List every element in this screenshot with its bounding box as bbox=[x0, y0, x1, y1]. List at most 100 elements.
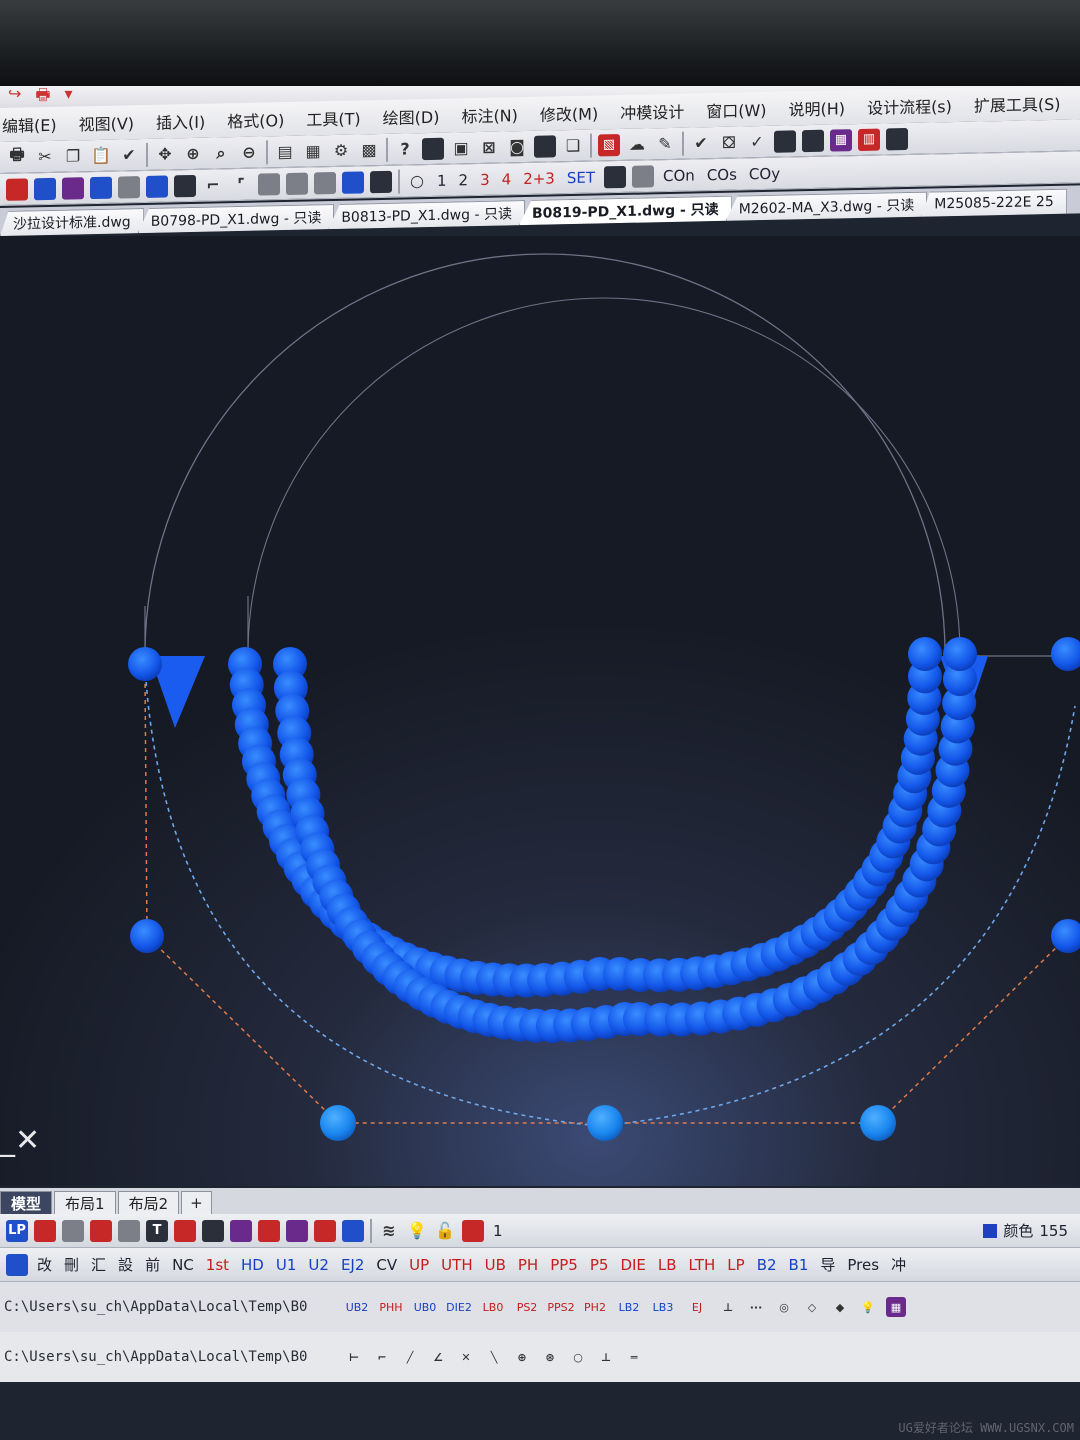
hd-button[interactable]: HD bbox=[238, 1254, 267, 1276]
snap-endpoint-icon[interactable]: ⊢ bbox=[344, 1347, 364, 1367]
snap-quadrant-icon[interactable]: ⊛ bbox=[540, 1347, 560, 1367]
layer-4-button[interactable]: 4 bbox=[499, 168, 515, 190]
sec-tool-icon[interactable] bbox=[202, 1219, 224, 1242]
calculator-icon[interactable]: ▩ bbox=[358, 139, 380, 161]
die-tool-icon[interactable] bbox=[6, 1253, 28, 1276]
set-button[interactable]: SET bbox=[564, 166, 598, 189]
zoom-previous-icon[interactable]: ⊖ bbox=[238, 141, 260, 163]
snap-node-icon[interactable]: ⊥ bbox=[596, 1347, 616, 1367]
gear-icon[interactable]: ⚙ bbox=[330, 139, 352, 161]
block-icon[interactable] bbox=[422, 137, 444, 160]
layer-manager-icon[interactable] bbox=[774, 129, 796, 153]
ellipse-tool-icon[interactable] bbox=[146, 174, 168, 198]
copy-icon[interactable]: ❐ bbox=[62, 145, 84, 167]
layer-tool-icon[interactable] bbox=[34, 1219, 56, 1242]
menu-window[interactable]: 窗口(W) bbox=[695, 97, 777, 123]
menu-design-flow[interactable]: 设计流程(s) bbox=[856, 93, 963, 119]
color-on-button[interactable]: COn bbox=[660, 164, 698, 187]
match-properties-icon[interactable]: ✔ bbox=[118, 144, 140, 166]
menu-format[interactable]: 格式(O) bbox=[216, 107, 295, 133]
die2-button[interactable]: DIE2 bbox=[446, 1297, 472, 1317]
offset-icon[interactable] bbox=[258, 172, 280, 196]
u2-button[interactable]: U2 bbox=[305, 1254, 332, 1276]
file-tab[interactable]: B0813-PD_X1.dwg - 只读 bbox=[328, 200, 525, 229]
file-tab[interactable]: M25085-222E 25 bbox=[921, 189, 1067, 217]
pps2-button[interactable]: PPS2 bbox=[547, 1297, 574, 1317]
front-button[interactable]: 前 bbox=[142, 1254, 163, 1276]
lb2-button[interactable]: LB2 bbox=[616, 1297, 642, 1317]
fillet-icon[interactable]: ⌐ bbox=[202, 174, 224, 196]
extend-icon[interactable] bbox=[314, 171, 336, 194]
ub0-button[interactable]: UB0 bbox=[412, 1297, 438, 1317]
spring-tool-icon[interactable] bbox=[174, 1219, 196, 1242]
point-style-icon[interactable]: ○ bbox=[406, 170, 428, 192]
pres-button[interactable]: Pres bbox=[844, 1254, 882, 1276]
menu-tools[interactable]: 工具(T) bbox=[295, 105, 371, 131]
ph-button[interactable]: PH bbox=[515, 1254, 541, 1276]
text-tool-icon[interactable]: T bbox=[146, 1219, 168, 1242]
setting-button[interactable]: 設 bbox=[115, 1254, 136, 1276]
tab-model[interactable]: 模型 bbox=[0, 1191, 53, 1214]
menu-extension-tools[interactable]: 扩展工具(S) bbox=[963, 91, 1072, 117]
corner-tool-icon[interactable] bbox=[258, 1219, 280, 1242]
phh-button[interactable]: PHH bbox=[378, 1297, 404, 1317]
cut-icon[interactable]: ✂ bbox=[34, 145, 56, 167]
color-control[interactable]: 颜色 155 bbox=[983, 1220, 1080, 1241]
bulb-icon[interactable]: 💡 bbox=[858, 1297, 878, 1317]
file-tab[interactable]: B0798-PD_X1.dwg - 只读 bbox=[138, 204, 335, 233]
lb0-button[interactable]: LB0 bbox=[480, 1297, 506, 1317]
lp-button[interactable]: LP bbox=[724, 1254, 747, 1276]
layer-off-icon[interactable] bbox=[604, 165, 627, 188]
image-tool-icon[interactable] bbox=[342, 1219, 364, 1242]
select-window-icon[interactable]: ▣ bbox=[450, 137, 472, 159]
line-tool-icon[interactable] bbox=[6, 177, 28, 201]
snap-circle-icon[interactable]: ○ bbox=[568, 1347, 588, 1367]
layer-3-button[interactable]: 3 bbox=[477, 168, 493, 190]
zoom-realtime-icon[interactable]: ⊕ bbox=[182, 142, 204, 164]
layer-color-icon[interactable] bbox=[462, 1219, 484, 1242]
layer-check-icon[interactable]: ✓ bbox=[746, 130, 768, 152]
ej-button[interactable]: EJ bbox=[684, 1297, 710, 1317]
b2-button[interactable]: B2 bbox=[754, 1254, 780, 1276]
first-button[interactable]: 1st bbox=[203, 1254, 232, 1276]
uth-button[interactable]: UTH bbox=[438, 1254, 475, 1276]
eraser-icon[interactable]: ◇ bbox=[802, 1297, 822, 1317]
spline-tool-icon[interactable] bbox=[174, 174, 196, 197]
polyline-tool-icon[interactable] bbox=[34, 177, 56, 200]
current-layer-name[interactable]: 1 bbox=[490, 1220, 506, 1242]
pan-icon[interactable]: ✥ bbox=[154, 143, 176, 165]
punch-button[interactable]: 冲 bbox=[888, 1254, 909, 1276]
menu-view[interactable]: 视图(V) bbox=[68, 110, 145, 136]
menu-dimension[interactable]: 标注(N) bbox=[450, 102, 528, 128]
pattern-tool-icon[interactable] bbox=[90, 1219, 112, 1242]
layer-2-3-button[interactable]: 2+3 bbox=[520, 167, 558, 190]
snap-tangent-icon[interactable]: ╲ bbox=[484, 1347, 504, 1367]
modify-button[interactable]: 改 bbox=[34, 1254, 55, 1276]
ph2-button[interactable]: PH2 bbox=[582, 1297, 608, 1317]
layer-red-icon[interactable]: ◆ bbox=[830, 1297, 850, 1317]
check-icon[interactable]: ✔ bbox=[690, 132, 712, 154]
snap-line-icon[interactable]: ╱ bbox=[400, 1347, 420, 1367]
help-icon[interactable]: ? bbox=[394, 138, 416, 160]
snap-parallel-icon[interactable]: ═ bbox=[624, 1347, 644, 1367]
lightbulb-icon[interactable]: 💡 bbox=[406, 1220, 428, 1242]
guide-button[interactable]: 导 bbox=[817, 1254, 838, 1276]
color-y-button[interactable]: COy bbox=[746, 162, 783, 185]
tab-layout1[interactable]: 布局1 bbox=[54, 1191, 116, 1214]
lp-tool-icon[interactable]: LP bbox=[6, 1219, 28, 1242]
menu-help[interactable]: 说明(H) bbox=[778, 95, 857, 121]
target-icon[interactable]: ◎ bbox=[774, 1297, 794, 1317]
lb-button[interactable]: LB bbox=[655, 1254, 680, 1276]
die-button[interactable]: DIE bbox=[617, 1254, 648, 1276]
delete-button[interactable]: 刪 bbox=[61, 1254, 82, 1276]
menu-die-design[interactable]: 冲模设计 bbox=[609, 98, 695, 124]
snap-intersect-icon[interactable]: ✕ bbox=[456, 1347, 476, 1367]
revision-cloud-icon[interactable]: ☁ bbox=[626, 133, 648, 155]
image-icon[interactable] bbox=[886, 127, 908, 150]
dash-icon[interactable]: ··· bbox=[746, 1297, 766, 1317]
block-editor-icon[interactable] bbox=[802, 129, 824, 152]
color-s-button[interactable]: COs bbox=[704, 163, 740, 186]
cv-button[interactable]: CV bbox=[373, 1254, 400, 1276]
drawing-canvas[interactable]: _✕ bbox=[0, 236, 1080, 1186]
layer-1-button[interactable]: 1 bbox=[434, 169, 450, 191]
